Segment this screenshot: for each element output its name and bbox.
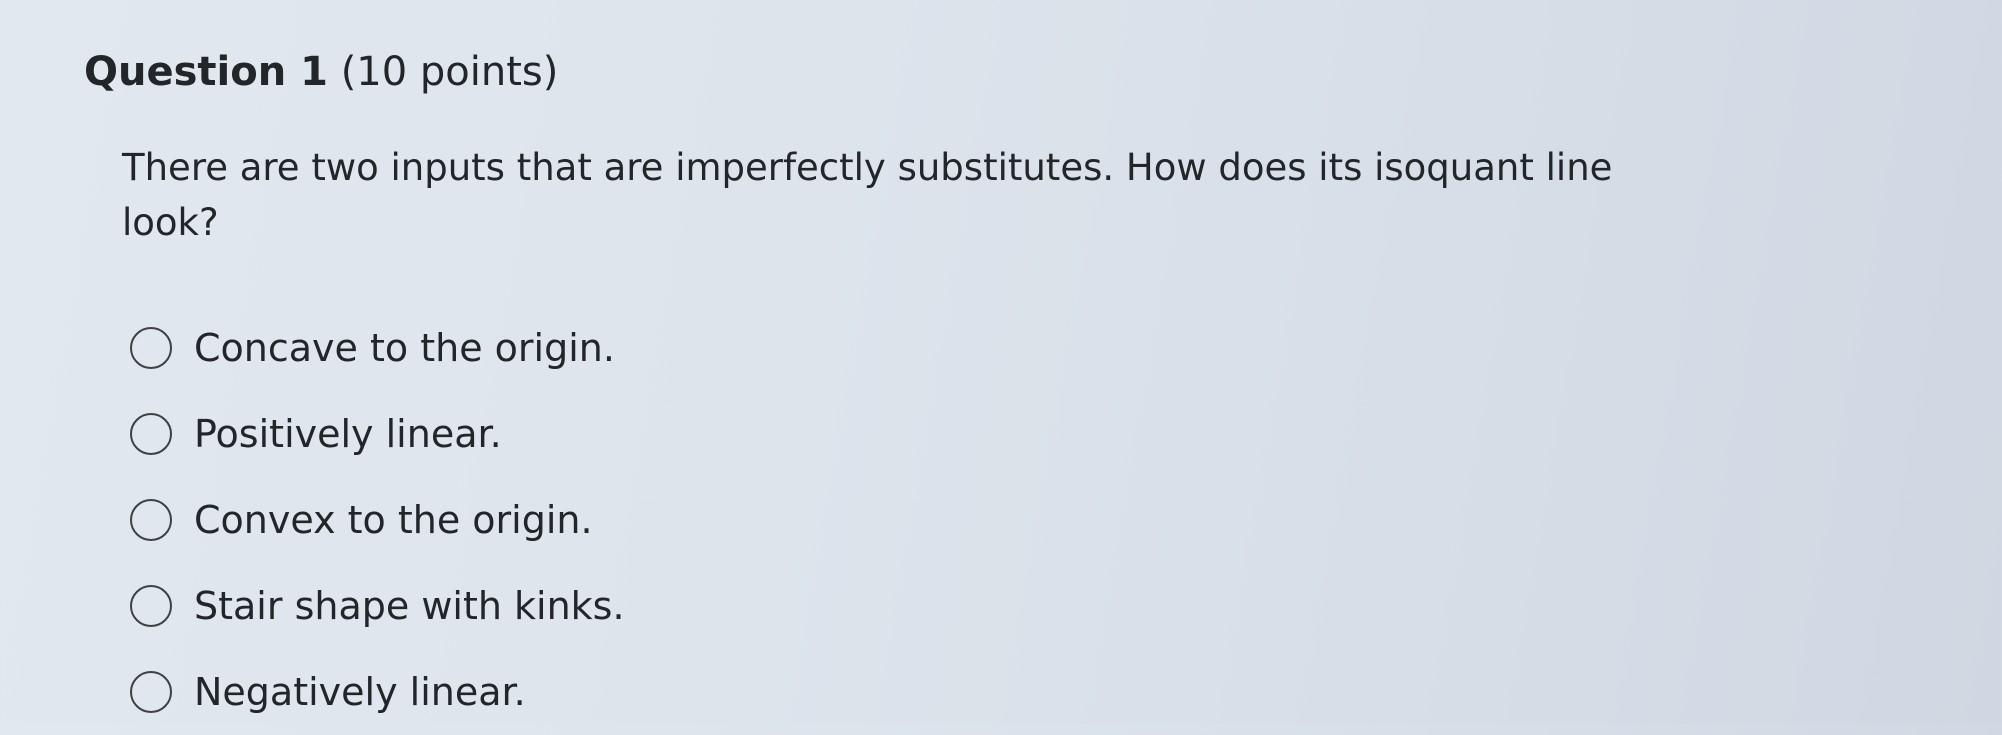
answer-option[interactable]: Positively linear. bbox=[130, 391, 625, 477]
answer-option-label: Convex to the origin. bbox=[194, 498, 593, 542]
answer-option-label: Concave to the origin. bbox=[194, 326, 615, 370]
answer-option-label: Stair shape with kinks. bbox=[194, 584, 625, 628]
answer-option[interactable]: Convex to the origin. bbox=[130, 477, 625, 563]
question-title: Question 1 bbox=[84, 49, 328, 95]
question-points: (10 points) bbox=[340, 49, 559, 95]
radio-button[interactable] bbox=[130, 585, 172, 627]
quiz-page: Question 1 (10 points) There are two inp… bbox=[0, 0, 2002, 724]
answer-option[interactable]: Negatively linear. bbox=[130, 649, 625, 735]
radio-button[interactable] bbox=[130, 671, 172, 713]
question-text: There are two inputs that are imperfectl… bbox=[122, 146, 1613, 244]
question-header: Question 1 (10 points) bbox=[84, 44, 558, 100]
answer-option-label: Negatively linear. bbox=[194, 670, 526, 714]
answer-option[interactable]: Stair shape with kinks. bbox=[130, 563, 625, 649]
answer-option[interactable]: Concave to the origin. bbox=[130, 305, 625, 391]
answer-options: Concave to the origin. Positively linear… bbox=[130, 305, 625, 735]
radio-button[interactable] bbox=[130, 327, 172, 369]
radio-button[interactable] bbox=[130, 413, 172, 455]
radio-button[interactable] bbox=[130, 499, 172, 541]
answer-option-label: Positively linear. bbox=[194, 412, 502, 456]
